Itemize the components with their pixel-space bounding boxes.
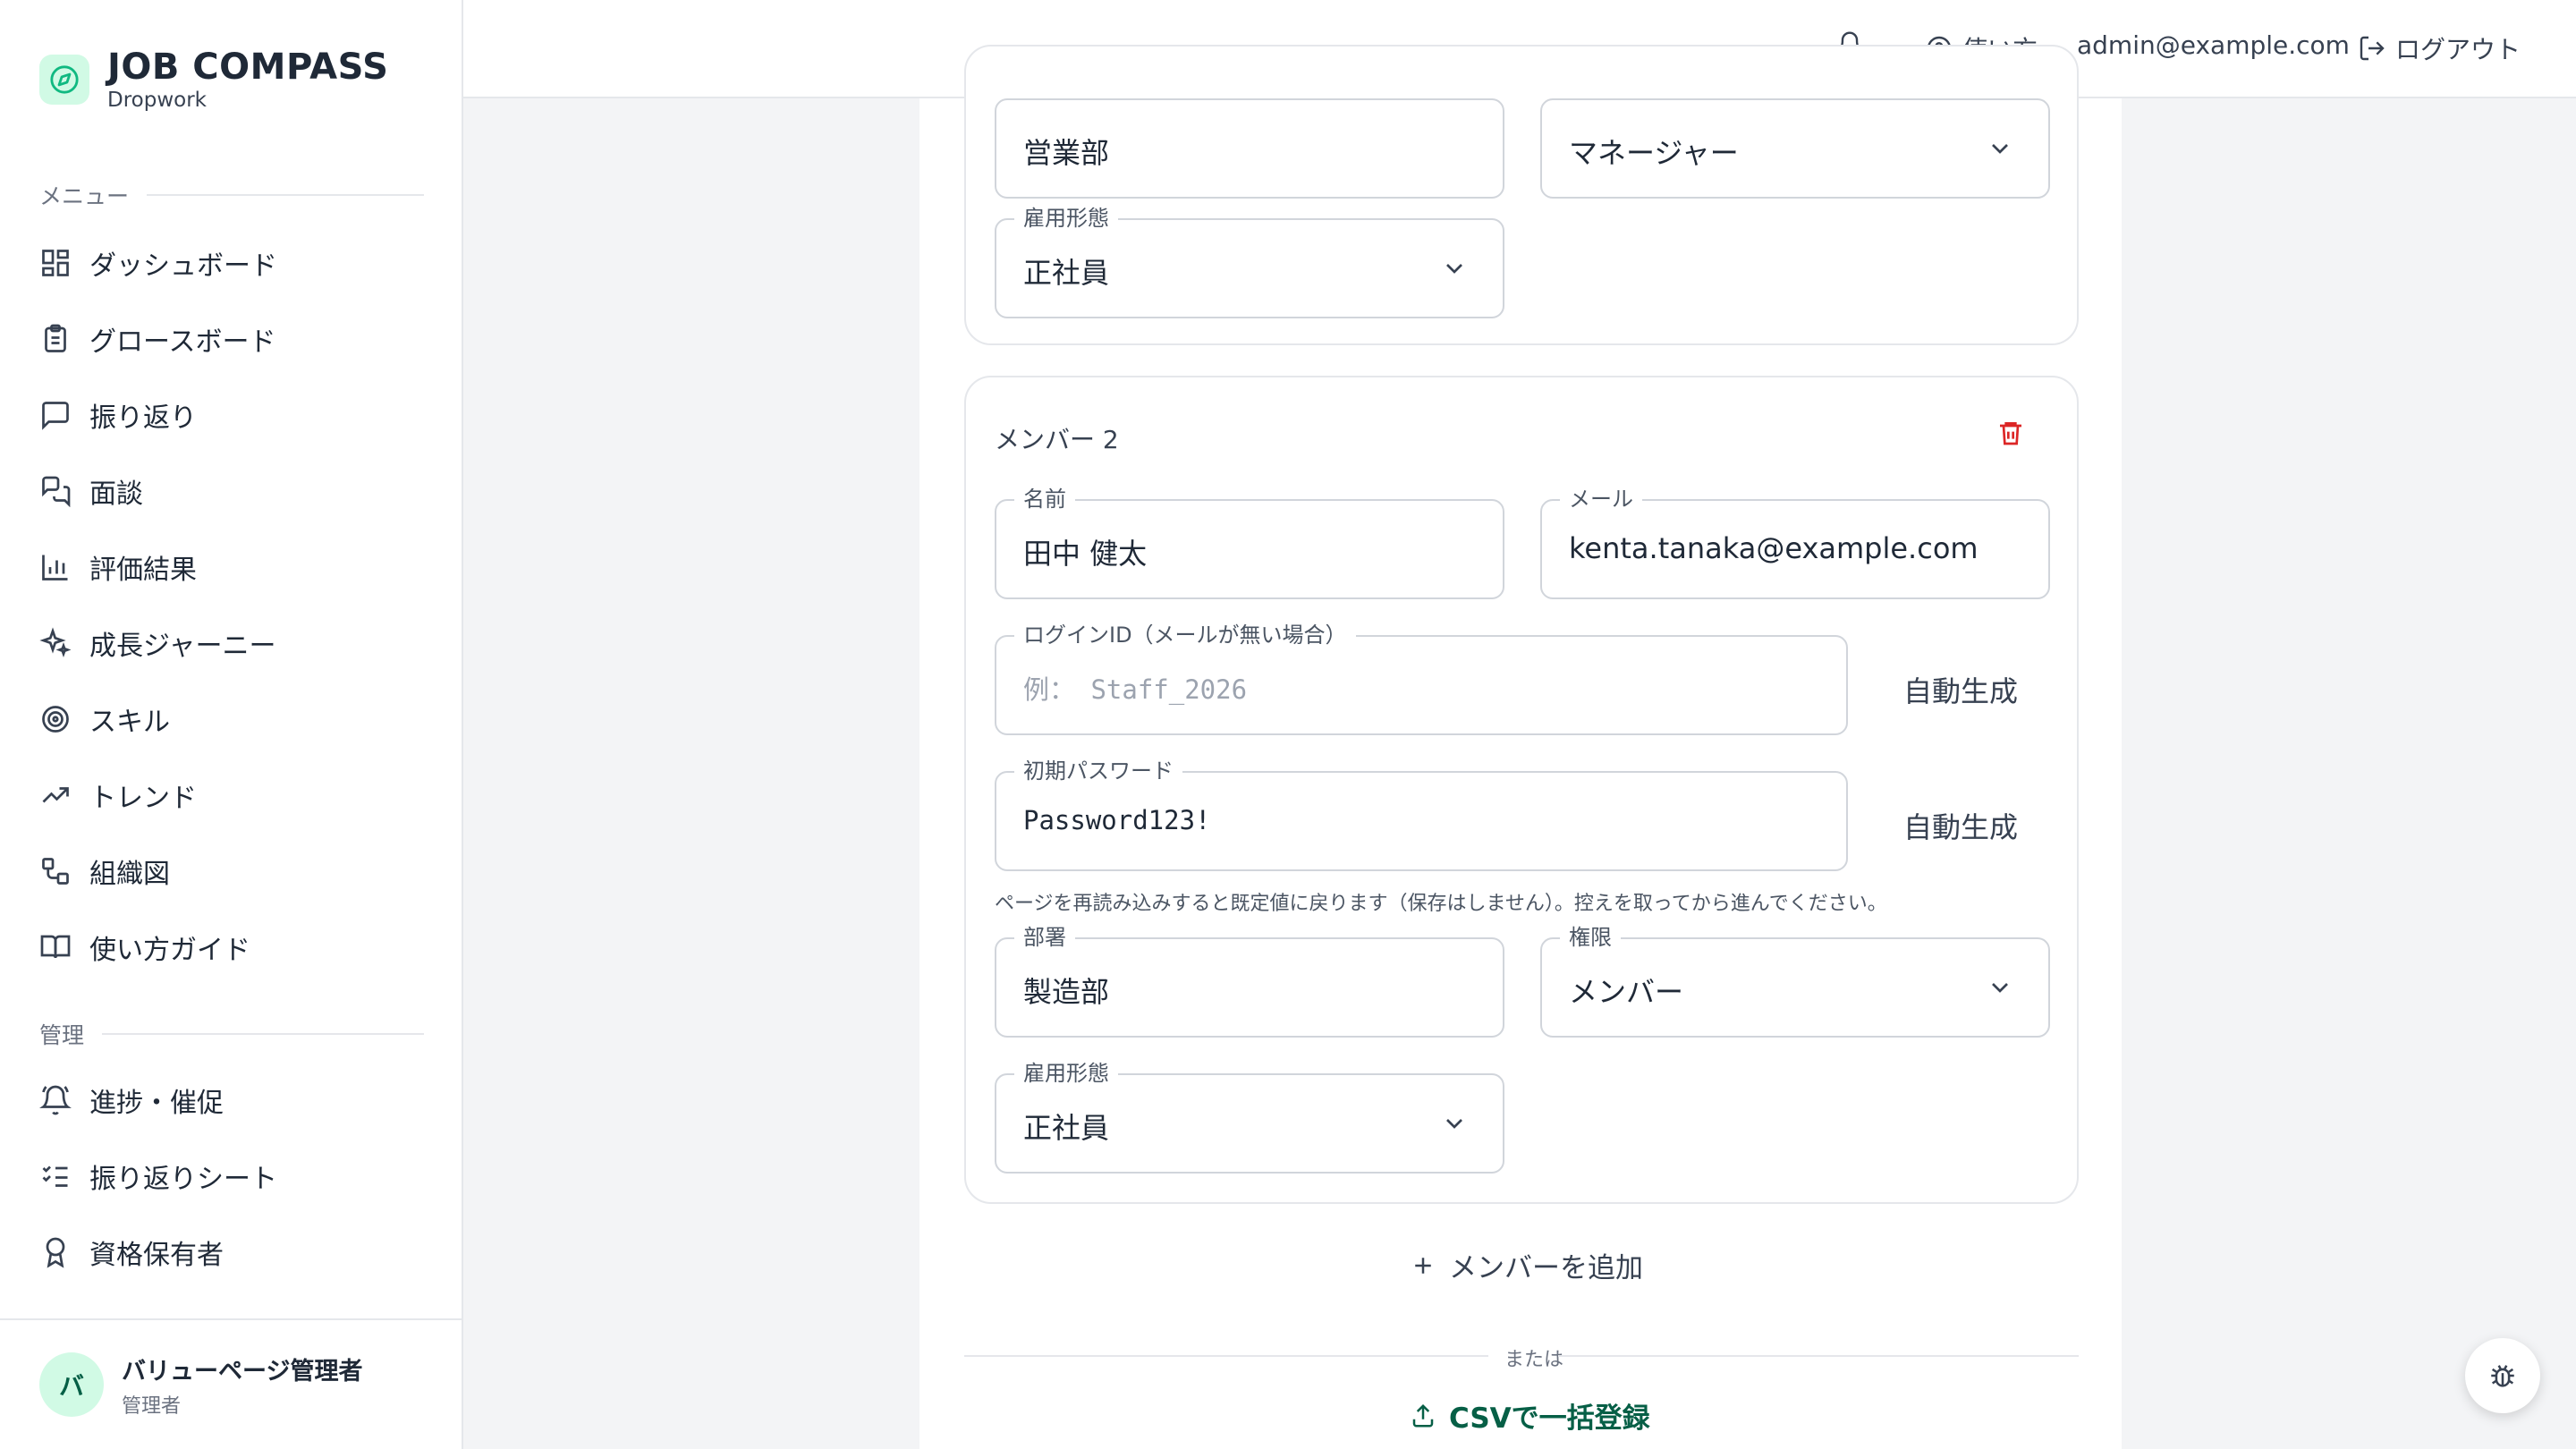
award-icon	[46, 1237, 65, 1268]
messages-icon	[42, 476, 71, 507]
auto-generate-login-button[interactable]: 自動生成	[1903, 669, 2018, 710]
sidebar-item-label: 資格保有者	[89, 1240, 224, 1271]
email-field[interactable]: メール kenta.tanaka@example.com	[1540, 487, 2050, 599]
member-card-2: メンバー 2 名前 田中 健太 メール kenta.tanaka@example…	[964, 376, 2079, 1204]
sidebar-item-reflection-sheet[interactable]: 振り返りシート	[39, 1149, 424, 1203]
sidebar-item-dashboard[interactable]: ダッシュボード	[39, 236, 424, 290]
password-note: ページを再読み込みすると既定値に戻ります（保存はしません）。控えを取ってから進ん…	[995, 893, 1887, 915]
chevron-down-icon	[1992, 144, 2008, 154]
sidebar-item-evaluation[interactable]: 評価結果	[39, 540, 424, 594]
compass-icon	[39, 55, 89, 105]
sidebar-item-label: 面談	[89, 479, 143, 510]
employment-type-select[interactable]: 雇用形態 正社員	[995, 1061, 1504, 1174]
bar-chart-icon	[42, 555, 68, 580]
brand-title: JOB COMPASS	[107, 47, 389, 88]
role-select[interactable]: マネージャー	[1540, 98, 2050, 199]
sidebar-item-label: 振り返り	[89, 402, 197, 434]
sidebar-item-reflection[interactable]: 振り返り	[39, 388, 424, 442]
upload-icon	[1412, 1403, 1434, 1427]
brand[interactable]: JOB COMPASS Dropwork	[39, 47, 388, 113]
role-select[interactable]: 権限 メンバー	[1540, 925, 2050, 1038]
chevron-down-icon	[1446, 1119, 1462, 1129]
add-member-button[interactable]: メンバーを追加	[1410, 1245, 1643, 1285]
user-role: 管理者	[122, 1394, 182, 1418]
sidebar-item-interview[interactable]: 面談	[39, 464, 424, 518]
bug-report-button[interactable]	[2465, 1338, 2540, 1413]
or-divider: または	[964, 1343, 2079, 1371]
main-panel: 営業部 マネージャー 雇用形態 正社員 メンバー 2 名前 田中 健太 メール …	[919, 45, 2122, 1449]
sidebar-item-label: スキル	[89, 707, 170, 738]
clipboard-icon	[45, 324, 66, 352]
sidebar-item-label: グロースボード	[89, 326, 276, 358]
sidebar-item-trend[interactable]: トレンド	[39, 768, 424, 822]
user-name: バリューページ管理者	[122, 1357, 363, 1385]
admin-section-label: 管理	[39, 1018, 424, 1050]
message-square-icon	[42, 402, 69, 430]
sidebar-item-label: 使い方ガイド	[89, 935, 250, 966]
trending-up-icon	[42, 787, 69, 803]
sidebar-item-label: 進捗・催促	[89, 1088, 224, 1119]
menu-section-label: メニュー	[39, 179, 424, 211]
avatar: バ	[39, 1352, 104, 1417]
password-field[interactable]: 初期パスワード Password123!	[995, 758, 1848, 871]
sidebar-item-guide[interactable]: 使い方ガイド	[39, 920, 424, 974]
logout-label: ログアウト	[2395, 35, 2521, 64]
sidebar-item-growth-board[interactable]: グロースボード	[39, 312, 424, 366]
trash-icon[interactable]	[1996, 419, 2025, 447]
employment-type-select[interactable]: 雇用形態 正社員	[995, 206, 1504, 318]
name-field[interactable]: 名前 田中 健太	[995, 487, 1504, 599]
dashboard-icon	[42, 250, 69, 276]
chevron-down-icon	[1992, 983, 2008, 993]
user-email: admin@example.com	[2077, 30, 2350, 60]
csv-import-button[interactable]: CSVで一括登録	[1410, 1395, 1650, 1436]
sidebar-item-growth-journey[interactable]: 成長ジャーニー	[39, 616, 424, 670]
sidebar-item-label: 評価結果	[89, 555, 197, 586]
bell-ring-icon	[39, 1085, 72, 1115]
book-icon	[40, 935, 71, 959]
target-icon	[42, 706, 69, 733]
sidebar-item-label: 組織図	[89, 859, 170, 890]
sidebar-item-skills[interactable]: スキル	[39, 692, 424, 746]
sidebar-item-label: 成長ジャーニー	[89, 631, 276, 662]
member-title: メンバー 2	[995, 425, 1119, 454]
chevron-down-icon	[1446, 264, 1462, 274]
list-checks-icon	[42, 1165, 68, 1187]
logout-icon	[2360, 36, 2385, 61]
sidebar: JOB COMPASS Dropwork メニュー ダッシュボード グロースボー…	[0, 0, 463, 1449]
sidebar-item-label: トレンド	[89, 783, 197, 814]
sidebar-item-progress[interactable]: 進捗・催促	[39, 1073, 424, 1127]
bug-icon	[2491, 1365, 2514, 1387]
brand-subtitle: Dropwork	[107, 89, 207, 112]
sidebar-item-certification[interactable]: 資格保有者	[39, 1225, 424, 1279]
member-card-1: 営業部 マネージャー 雇用形態 正社員	[964, 45, 2079, 345]
login-id-field[interactable]: ログインID（メールが無い場合） 例： Staff_2026	[995, 623, 1848, 735]
department-field[interactable]: 営業部	[995, 98, 1504, 199]
sidebar-item-label: ダッシュボード	[89, 250, 277, 282]
department-field[interactable]: 部署 製造部	[995, 925, 1504, 1038]
plus-icon	[1415, 1257, 1431, 1274]
logout-button[interactable]: ログアウト	[2358, 30, 2521, 66]
sidebar-item-label: 振り返りシート	[89, 1164, 277, 1195]
user-profile[interactable]: バ バリューページ管理者 管理者	[0, 1318, 462, 1449]
sidebar-item-org-chart[interactable]: 組織図	[39, 844, 424, 898]
sparkles-icon	[39, 627, 72, 657]
org-chart-icon	[42, 858, 69, 885]
auto-generate-password-button[interactable]: 自動生成	[1903, 805, 2018, 846]
